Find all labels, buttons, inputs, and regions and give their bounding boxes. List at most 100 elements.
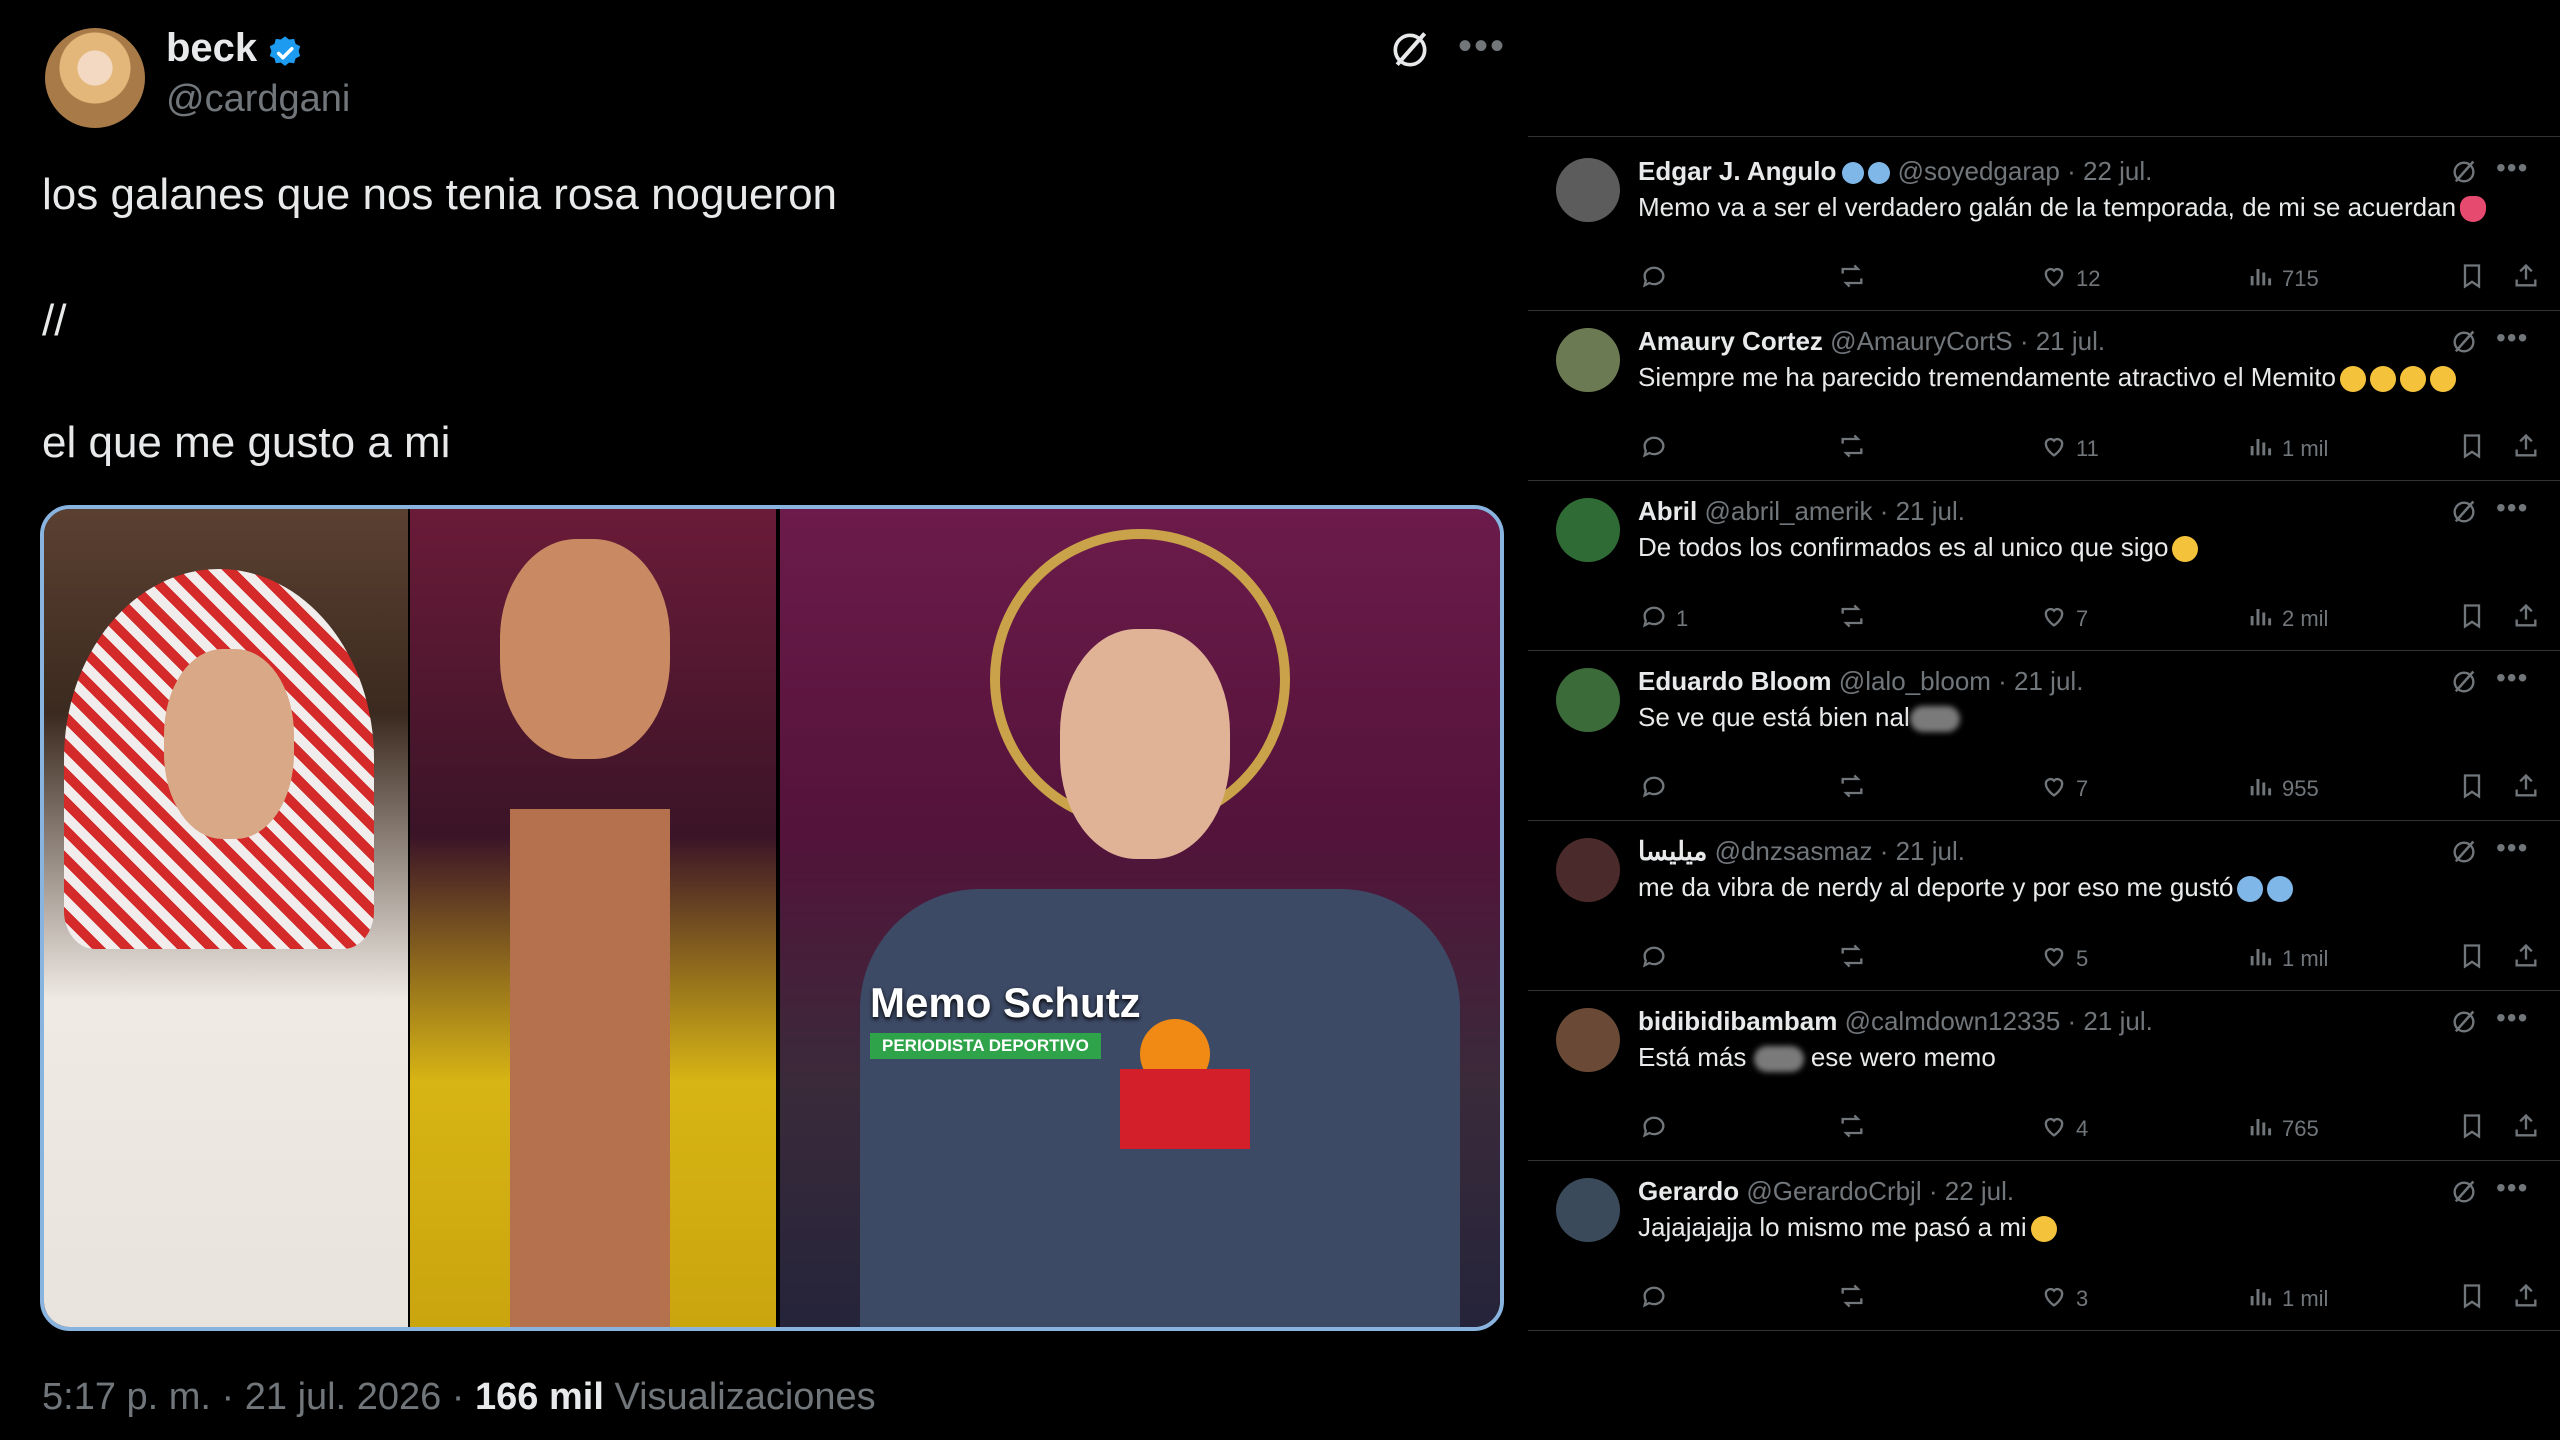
author-handle[interactable]: @cardgani (166, 78, 350, 121)
grok-icon[interactable] (2450, 1008, 2478, 1036)
reply-item[interactable]: Amaury Cortez @AmauryCortS · 21 jul. •••… (1528, 310, 2560, 481)
views-button[interactable]: 955 (2246, 772, 2319, 806)
views-button[interactable]: 765 (2246, 1112, 2319, 1146)
bookmark-button[interactable] (2458, 262, 2486, 296)
views-button[interactable]: 1 mil (2246, 432, 2328, 466)
reply-avatar[interactable] (1556, 838, 1620, 902)
reply-item[interactable]: Eduardo Bloom @lalo_bloom · 21 jul. ••• … (1528, 650, 2560, 821)
more-icon[interactable]: ••• (2496, 832, 2528, 864)
reply-button[interactable] (1640, 1112, 1676, 1146)
reply-avatar[interactable] (1556, 1008, 1620, 1072)
retweet-button[interactable] (1838, 1282, 1866, 1316)
views-button[interactable]: 2 mil (2246, 602, 2328, 636)
views-icon (2246, 432, 2274, 466)
share-button[interactable] (2512, 602, 2540, 636)
reply-author-name[interactable]: bidibidibambam (1638, 1006, 1837, 1036)
reply-avatar[interactable] (1556, 328, 1620, 392)
reply-date[interactable]: · 21 jul. (2013, 326, 2105, 356)
reply-author-name[interactable]: Abril (1638, 496, 1697, 526)
bookmark-button[interactable] (2458, 772, 2486, 806)
bookmark-button[interactable] (2458, 1112, 2486, 1146)
retweet-button[interactable] (1838, 262, 1866, 296)
reply-button[interactable]: 1 (1640, 602, 1688, 636)
reply-button[interactable] (1640, 1282, 1676, 1316)
reply-author-handle[interactable]: @GerardoCrbjl (1746, 1176, 1921, 1206)
reply-author-handle[interactable]: @soyedgarap (1898, 156, 2060, 186)
reply-date[interactable]: · 21 jul. (1872, 496, 1965, 526)
reply-author-name[interactable]: Eduardo Bloom (1638, 666, 1832, 696)
reply-author-name[interactable]: Gerardo (1638, 1176, 1739, 1206)
share-button[interactable] (2512, 432, 2540, 466)
share-button[interactable] (2512, 942, 2540, 976)
share-button[interactable] (2512, 772, 2540, 806)
reply-button[interactable] (1640, 262, 1676, 296)
like-button[interactable]: 12 (2040, 262, 2100, 296)
author-name[interactable]: beck (166, 26, 257, 71)
reply-item[interactable]: bidibidibambam @calmdown12335 · 21 jul. … (1528, 990, 2560, 1161)
grok-icon[interactable] (2450, 1178, 2478, 1206)
reply-avatar[interactable] (1556, 668, 1620, 732)
share-button[interactable] (2512, 1112, 2540, 1146)
grok-icon[interactable] (2450, 838, 2478, 866)
retweet-button[interactable] (1838, 602, 1866, 636)
reply-date[interactable]: · 21 jul. (2060, 1006, 2153, 1036)
retweet-button[interactable] (1838, 942, 1866, 976)
like-button[interactable]: 5 (2040, 942, 2088, 976)
reply-date[interactable]: · 22 jul. (2060, 156, 2152, 186)
reply-author-name[interactable]: Amaury Cortez (1638, 326, 1823, 356)
bookmark-button[interactable] (2458, 432, 2486, 466)
reply-button[interactable] (1640, 772, 1676, 806)
like-button[interactable]: 3 (2040, 1282, 2088, 1316)
more-icon[interactable]: ••• (2496, 152, 2528, 184)
reply-date[interactable]: · 21 jul. (1872, 836, 1965, 866)
reply-item[interactable]: ميليسا @dnzsasmaz · 21 jul. ••• me da vi… (1528, 820, 2560, 991)
reply-avatar[interactable] (1556, 1178, 1620, 1242)
retweet-button[interactable] (1838, 772, 1866, 806)
more-icon[interactable]: ••• (2496, 322, 2528, 354)
retweet-button[interactable] (1838, 1112, 1866, 1146)
grok-icon[interactable] (2450, 498, 2478, 526)
reply-date[interactable]: · 22 jul. (1922, 1176, 2014, 1206)
reply-author-handle[interactable]: @abril_amerik (1704, 496, 1872, 526)
reply-author-handle[interactable]: @AmauryCortS (1830, 326, 2012, 356)
share-button[interactable] (2512, 1282, 2540, 1316)
reply-item[interactable]: Edgar J. Angulo @soyedgarap · 22 jul. ••… (1528, 140, 2560, 311)
reply-avatar[interactable] (1556, 158, 1620, 222)
grok-icon[interactable] (2450, 668, 2478, 696)
share-button[interactable] (2512, 262, 2540, 296)
grok-icon[interactable] (1388, 28, 1432, 72)
reply-author-handle[interactable]: @lalo_bloom (1839, 666, 1991, 696)
reply-date[interactable]: · 21 jul. (1991, 666, 2083, 696)
tweet-timestamp[interactable]: 5:17 p. m. · 21 jul. 2026 · (42, 1376, 475, 1418)
reply-item[interactable]: Abril @abril_amerik · 21 jul. ••• De tod… (1528, 480, 2560, 651)
more-icon[interactable]: ••• (2496, 492, 2528, 524)
like-button[interactable]: 7 (2040, 602, 2088, 636)
tweet-media-image[interactable]: Memo Schutz PERIODISTA DEPORTIVO (40, 505, 1504, 1331)
bookmark-button[interactable] (2458, 1282, 2486, 1316)
reply-item[interactable]: Gerardo @GerardoCrbjl · 22 jul. ••• Jaja… (1528, 1160, 2560, 1331)
reply-avatar[interactable] (1556, 498, 1620, 562)
grok-icon[interactable] (2450, 328, 2478, 356)
reply-author-handle[interactable]: @calmdown12335 (1845, 1006, 2061, 1036)
grok-icon[interactable] (2450, 158, 2478, 186)
more-icon[interactable]: ••• (2496, 1002, 2528, 1034)
bookmark-button[interactable] (2458, 602, 2486, 636)
like-button[interactable]: 11 (2040, 432, 2099, 466)
reply-author-handle[interactable]: @dnzsasmaz (1715, 836, 1873, 866)
retweet-button[interactable] (1838, 432, 1866, 466)
views-button[interactable]: 715 (2246, 262, 2319, 296)
like-button[interactable]: 4 (2040, 1112, 2088, 1146)
reply-button[interactable] (1640, 942, 1676, 976)
more-icon[interactable]: ••• (2496, 662, 2528, 694)
like-button[interactable]: 7 (2040, 772, 2088, 806)
reply-author-name[interactable]: Edgar J. Angulo (1638, 156, 1836, 186)
more-icon[interactable]: ••• (1458, 26, 1506, 66)
views-button[interactable]: 1 mil (2246, 1282, 2328, 1316)
reply-button[interactable] (1640, 432, 1676, 466)
views-button[interactable]: 1 mil (2246, 942, 2328, 976)
author-avatar[interactable] (45, 28, 145, 128)
more-icon[interactable]: ••• (2496, 1172, 2528, 1204)
reply-author-name[interactable]: ميليسا (1638, 836, 1707, 866)
bookmark-button[interactable] (2458, 942, 2486, 976)
bubbles-emoji-icon (1868, 162, 1891, 185)
